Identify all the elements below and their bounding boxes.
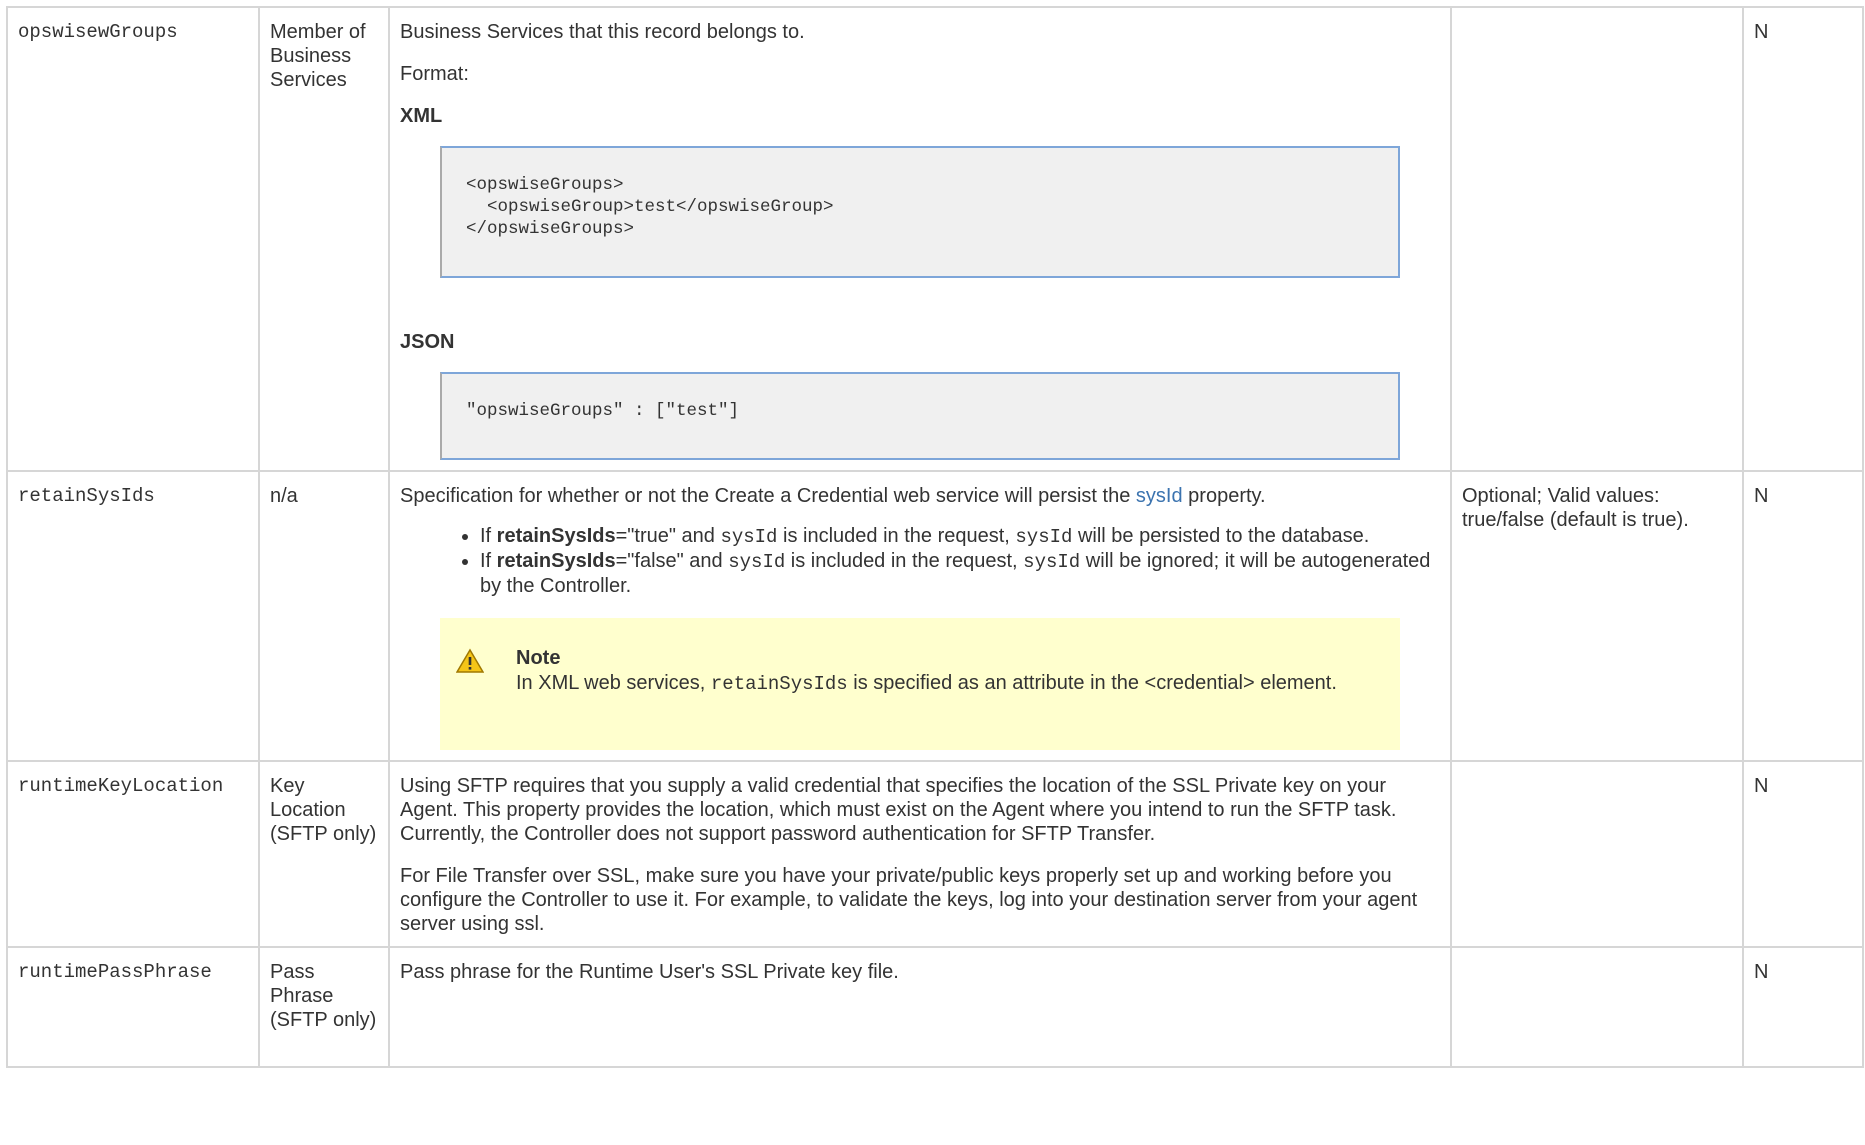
sysid-link[interactable]: sysId xyxy=(1136,485,1183,507)
property-name: runtimeKeyLocation xyxy=(6,760,260,948)
format-label: Format: xyxy=(400,63,469,85)
property-name: retainSysIds xyxy=(6,470,260,762)
xml-heading: XML xyxy=(400,105,443,127)
description-cell: Specification for whether or not the Cre… xyxy=(388,470,1452,762)
xml-code-block: <opswiseGroups> <opswiseGroup>test</opsw… xyxy=(440,146,1400,278)
note-panel: Note In XML web services, retainSysIds i… xyxy=(440,618,1400,750)
required-flag: N xyxy=(1742,470,1864,762)
properties-table: opswisewGroups Member of Business Servic… xyxy=(6,6,1864,1068)
warning-triangle-icon xyxy=(456,648,484,673)
description-cell: Business Services that this record belon… xyxy=(388,6,1452,472)
list-item: If retainSysIds="true" and sysId is incl… xyxy=(480,524,1440,549)
json-code-block: "opswiseGroups" : ["test"] xyxy=(440,372,1400,460)
field-name: n/a xyxy=(258,470,390,762)
required-flag: N xyxy=(1742,946,1864,1068)
table-row: retainSysIds n/a Specification for wheth… xyxy=(6,470,1864,762)
description-text: For File Transfer over SSL, make sure yo… xyxy=(400,865,1418,935)
bullet-list: If retainSysIds="true" and sysId is incl… xyxy=(400,524,1440,598)
field-name: Pass Phrase (SFTP only) xyxy=(258,946,390,1068)
property-name: runtimePassPhrase xyxy=(6,946,260,1068)
json-heading: JSON xyxy=(400,331,455,353)
required-flag: N xyxy=(1742,760,1864,948)
valid-values xyxy=(1450,760,1744,948)
valid-values xyxy=(1450,946,1744,1068)
table-row: runtimeKeyLocation Key Location (SFTP on… xyxy=(6,760,1864,948)
note-title: Note xyxy=(516,647,561,669)
table-row: opswisewGroups Member of Business Servic… xyxy=(6,6,1864,472)
required-flag: N xyxy=(1742,6,1864,472)
description-text: Specification for whether or not the Cre… xyxy=(400,485,1266,507)
field-name: Member of Business Services xyxy=(258,6,390,472)
valid-values xyxy=(1450,6,1744,472)
list-item: If retainSysIds="false" and sysId is inc… xyxy=(480,549,1440,598)
property-name: opswisewGroups xyxy=(6,6,260,472)
description-cell: Pass phrase for the Runtime User's SSL P… xyxy=(388,946,1452,1068)
description-text: Pass phrase for the Runtime User's SSL P… xyxy=(400,961,899,983)
description-text: Using SFTP requires that you supply a va… xyxy=(400,775,1397,845)
field-name: Key Location (SFTP only) xyxy=(258,760,390,948)
valid-values: Optional; Valid values: true/false (defa… xyxy=(1450,470,1744,762)
table-row: runtimePassPhrase Pass Phrase (SFTP only… xyxy=(6,946,1864,1068)
description-text: Business Services that this record belon… xyxy=(400,21,805,43)
note-content: Note In XML web services, retainSysIds i… xyxy=(516,646,1380,697)
description-cell: Using SFTP requires that you supply a va… xyxy=(388,760,1452,948)
